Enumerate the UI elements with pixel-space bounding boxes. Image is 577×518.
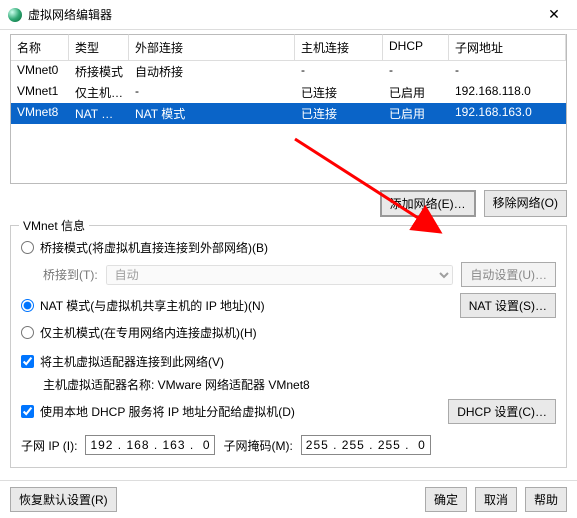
dhcp-settings-button[interactable]: DHCP 设置(C)… xyxy=(448,399,556,424)
nat-mode-label: NAT 模式(与虚拟机共享主机的 IP 地址)(N) xyxy=(40,297,460,314)
network-actions: 添加网络(E)… 移除网络(O) xyxy=(10,184,567,225)
nat-mode-radio[interactable] xyxy=(21,299,34,312)
app-icon xyxy=(8,8,22,22)
cell-ext: - xyxy=(129,82,295,103)
window-title: 虚拟网络编辑器 xyxy=(28,6,539,23)
dhcp-option[interactable]: 使用本地 DHCP 服务将 IP 地址分配给虚拟机(D) DHCP 设置(C)… xyxy=(21,396,556,427)
vmnet-info-group: VMnet 信息 桥接模式(将虚拟机直接连接到外部网络)(B) 桥接到(T): … xyxy=(10,225,567,468)
dialog-buttons: 恢复默认设置(R) 确定 取消 帮助 xyxy=(0,480,577,518)
ok-button[interactable]: 确定 xyxy=(425,487,467,512)
restore-defaults-button[interactable]: 恢复默认设置(R) xyxy=(10,487,117,512)
cell-name: VMnet1 xyxy=(11,82,69,103)
bridge-to-select: 自动 xyxy=(106,265,454,285)
col-type[interactable]: 类型 xyxy=(69,34,129,60)
cell-host: 已连接 xyxy=(295,103,383,124)
cell-dhcp: 已启用 xyxy=(383,103,449,124)
bridge-mode-option[interactable]: 桥接模式(将虚拟机直接连接到外部网络)(B) xyxy=(21,236,556,259)
vmnet-table: 名称 类型 外部连接 主机连接 DHCP 子网地址 VMnet0桥接模式自动桥接… xyxy=(10,34,567,184)
subnet-ip-label: 子网 IP (I): xyxy=(21,437,77,454)
subnet-mask-input[interactable] xyxy=(301,435,431,455)
col-name[interactable]: 名称 xyxy=(11,34,69,60)
cell-name: VMnet0 xyxy=(11,61,69,82)
cancel-button[interactable]: 取消 xyxy=(475,487,517,512)
col-subnet[interactable]: 子网地址 xyxy=(449,34,566,60)
cell-type: NAT 模式 xyxy=(69,103,129,124)
subnet-ip-input[interactable] xyxy=(85,435,215,455)
cell-subnet: 192.168.118.0 xyxy=(449,82,566,103)
title-bar: 虚拟网络编辑器 ✕ xyxy=(0,0,577,30)
cell-host: 已连接 xyxy=(295,82,383,103)
cell-name: VMnet8 xyxy=(11,103,69,124)
table-row[interactable]: VMnet1仅主机…-已连接已启用192.168.118.0 xyxy=(11,82,566,103)
connect-host-label: 将主机虚拟适配器连接到此网络(V) xyxy=(40,353,224,370)
help-button[interactable]: 帮助 xyxy=(525,487,567,512)
cell-host: - xyxy=(295,61,383,82)
cell-type: 桥接模式 xyxy=(69,61,129,82)
add-network-button[interactable]: 添加网络(E)… xyxy=(380,190,476,217)
bridge-mode-radio[interactable] xyxy=(21,241,34,254)
dhcp-label: 使用本地 DHCP 服务将 IP 地址分配给虚拟机(D) xyxy=(40,403,448,420)
connect-host-option[interactable]: 将主机虚拟适配器连接到此网络(V) xyxy=(21,350,556,373)
col-host[interactable]: 主机连接 xyxy=(295,34,383,60)
remove-network-button[interactable]: 移除网络(O) xyxy=(484,190,567,217)
auto-settings-button: 自动设置(U)… xyxy=(461,262,556,287)
hostonly-mode-option[interactable]: 仅主机模式(在专用网络内连接虚拟机)(H) xyxy=(21,321,556,344)
bridge-to-label: 桥接到(T): xyxy=(43,266,98,283)
adapter-name-label: 主机虚拟适配器名称: VMware 网络适配器 VMnet8 xyxy=(43,376,310,393)
cell-type: 仅主机… xyxy=(69,82,129,103)
col-dhcp[interactable]: DHCP xyxy=(383,34,449,60)
cell-subnet: - xyxy=(449,61,566,82)
nat-settings-button[interactable]: NAT 设置(S)… xyxy=(460,293,556,318)
connect-host-checkbox[interactable] xyxy=(21,355,34,368)
nat-mode-option[interactable]: NAT 模式(与虚拟机共享主机的 IP 地址)(N) NAT 设置(S)… xyxy=(21,290,556,321)
hostonly-mode-radio[interactable] xyxy=(21,326,34,339)
bridge-mode-label: 桥接模式(将虚拟机直接连接到外部网络)(B) xyxy=(40,239,268,256)
col-ext[interactable]: 外部连接 xyxy=(129,34,295,60)
cell-dhcp: 已启用 xyxy=(383,82,449,103)
close-icon[interactable]: ✕ xyxy=(539,6,569,23)
group-title: VMnet 信息 xyxy=(19,217,89,234)
cell-ext: NAT 模式 xyxy=(129,103,295,124)
table-row[interactable]: VMnet0桥接模式自动桥接--- xyxy=(11,61,566,82)
cell-subnet: 192.168.163.0 xyxy=(449,103,566,124)
table-row[interactable]: VMnet8NAT 模式NAT 模式已连接已启用192.168.163.0 xyxy=(11,103,566,124)
dhcp-checkbox[interactable] xyxy=(21,405,34,418)
hostonly-mode-label: 仅主机模式(在专用网络内连接虚拟机)(H) xyxy=(40,324,257,341)
cell-ext: 自动桥接 xyxy=(129,61,295,82)
table-header: 名称 类型 外部连接 主机连接 DHCP 子网地址 xyxy=(11,34,566,61)
cell-dhcp: - xyxy=(383,61,449,82)
subnet-mask-label: 子网掩码(M): xyxy=(223,437,292,454)
